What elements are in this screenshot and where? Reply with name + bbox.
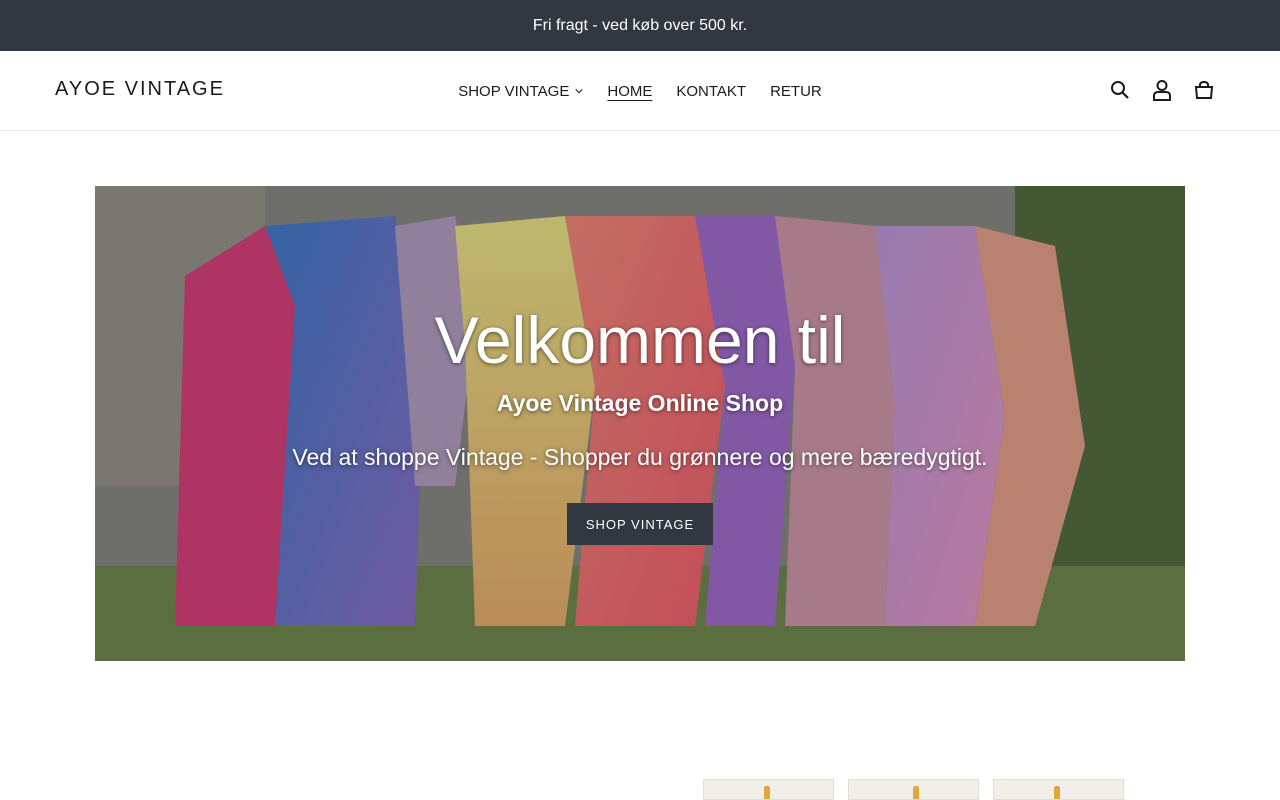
- nav-label: SHOP VINTAGE: [458, 82, 570, 100]
- chevron-down-icon: [575, 89, 583, 94]
- nav-label: RETUR: [770, 82, 822, 100]
- nav-item-shop-vintage[interactable]: SHOP VINTAGE: [458, 83, 583, 100]
- hero-description: Ved at shoppe Vintage - Shopper du grønn…: [292, 444, 988, 470]
- hero-content: Velkommen til Ayoe Vintage Online Shop V…: [95, 186, 1185, 661]
- hero-subtitle: Ayoe Vintage Online Shop: [496, 390, 784, 416]
- nav-label: HOME: [607, 82, 653, 100]
- nav-item-kontakt[interactable]: KONTAKT: [676, 83, 746, 100]
- product-thumbnail[interactable]: [993, 779, 1124, 800]
- hero-banner: Velkommen til Ayoe Vintage Online Shop V…: [95, 186, 1185, 661]
- product-thumbnails: [703, 779, 1124, 800]
- site-logo[interactable]: AYOE VINTAGE: [55, 78, 225, 101]
- announcement-text: Fri fragt - ved køb over 500 kr.: [532, 16, 748, 34]
- nav-item-home[interactable]: HOME: [607, 83, 652, 100]
- header-icons: [1108, 77, 1216, 103]
- hero-title: Velkommen til: [434, 303, 846, 377]
- account-icon[interactable]: [1150, 77, 1174, 103]
- announcement-bar: Fri fragt - ved køb over 500 kr.: [0, 0, 1280, 51]
- site-header: AYOE VINTAGE SHOP VINTAGE HOME KONTAKT R…: [0, 51, 1280, 131]
- nav-item-retur[interactable]: RETUR: [770, 83, 822, 100]
- product-thumbnail[interactable]: [703, 779, 834, 800]
- nav-label: KONTAKT: [676, 82, 747, 100]
- product-thumbnail[interactable]: [848, 779, 979, 800]
- search-icon[interactable]: [1108, 77, 1132, 103]
- shop-vintage-button[interactable]: SHOP VINTAGE: [567, 503, 713, 545]
- cart-icon[interactable]: [1192, 77, 1216, 103]
